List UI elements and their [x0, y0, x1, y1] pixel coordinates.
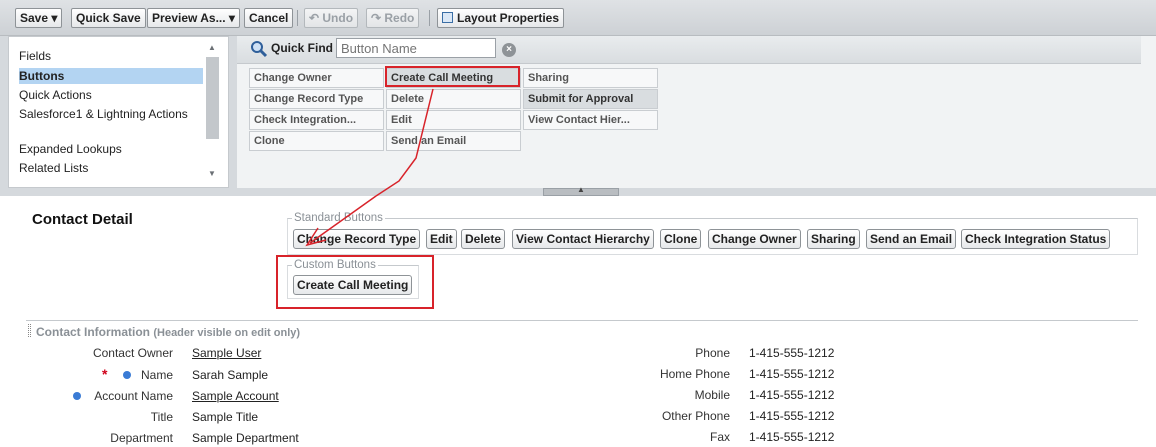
- drag-arrow-annotation: [305, 88, 434, 247]
